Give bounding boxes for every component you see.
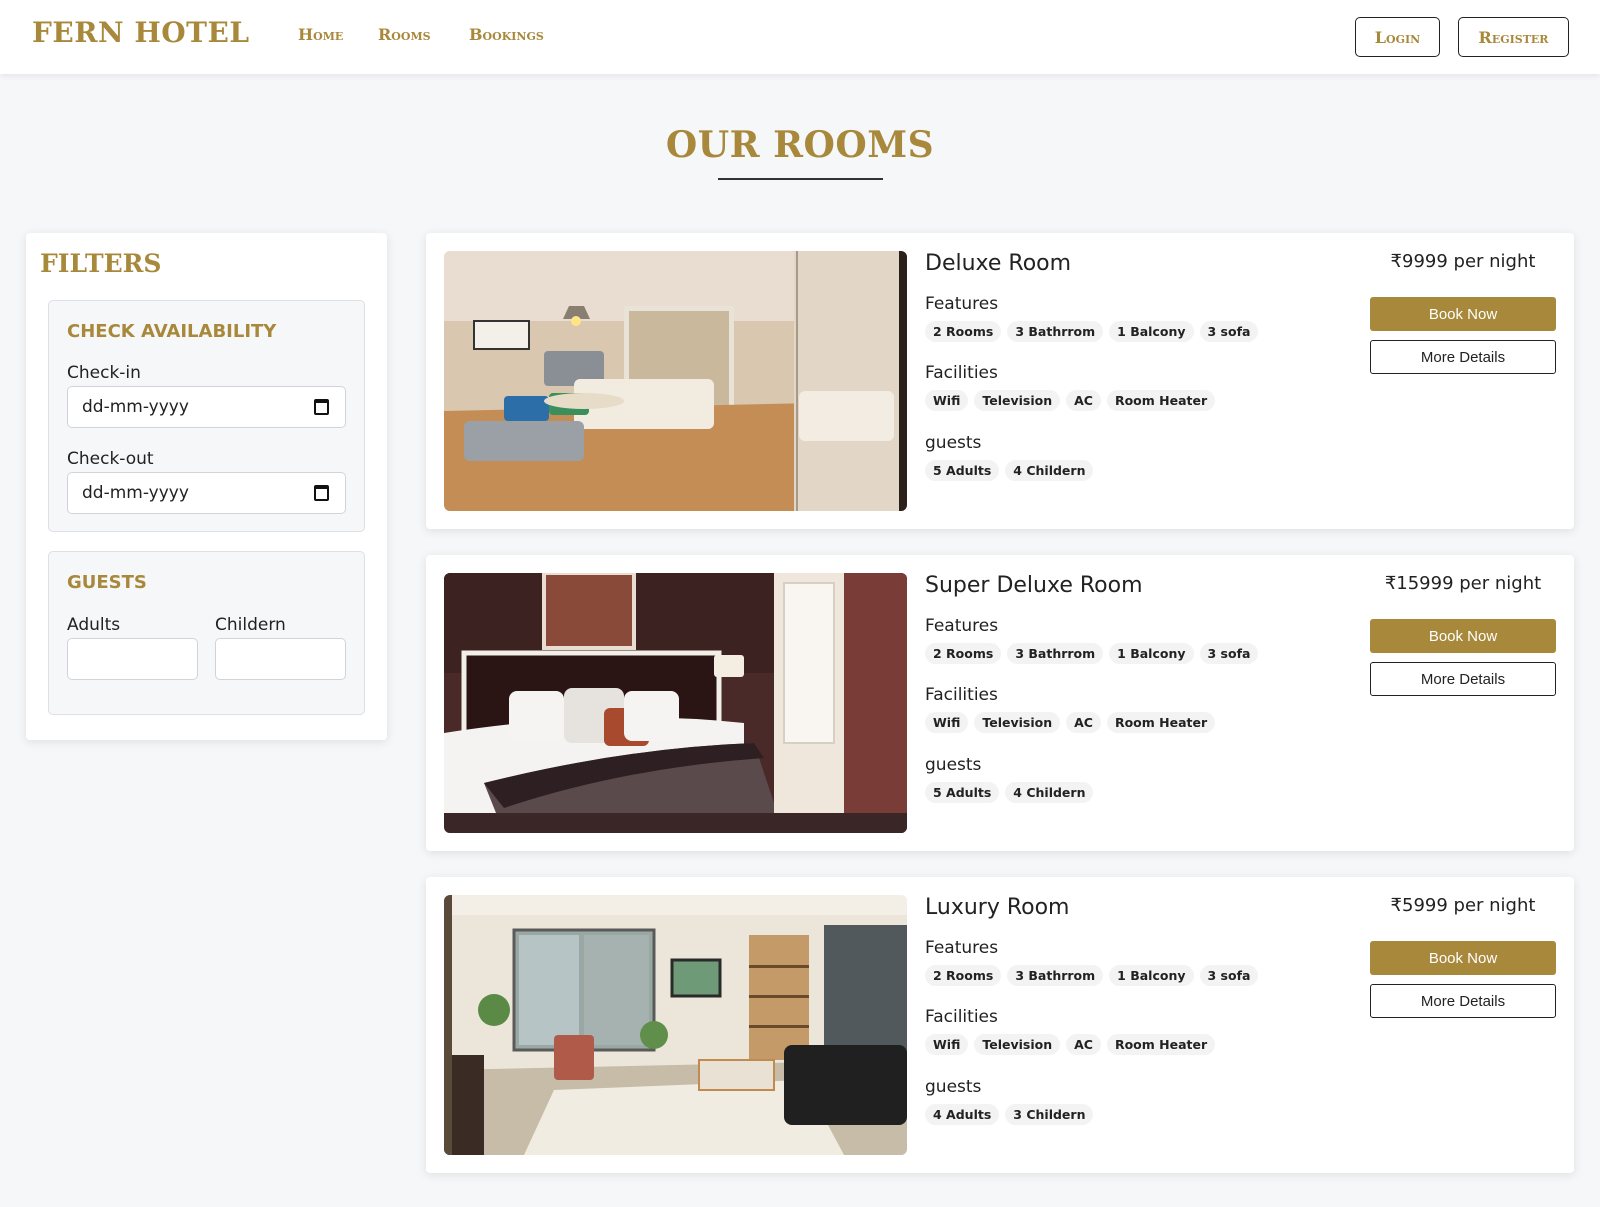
children-input[interactable] [215, 638, 346, 680]
room-image-super-deluxe [444, 573, 907, 833]
room-price: ₹9999 per night [1390, 251, 1536, 272]
facility-badge: Room Heater [1106, 1034, 1216, 1055]
facility-badge: Television [974, 1034, 1061, 1055]
checkin-date-value: dd-mm-yyyy [82, 397, 189, 417]
check-availability-title: CHECK AVAILABILITY [67, 321, 277, 342]
facility-badge: Room Heater [1106, 712, 1216, 733]
feature-badge: 2 Rooms [925, 643, 1002, 664]
checkout-label: Check-out [67, 449, 154, 469]
more-details-button[interactable]: More Details [1370, 662, 1556, 696]
feature-badge: 2 Rooms [925, 965, 1002, 986]
facility-badge: Television [974, 712, 1061, 733]
book-now-button[interactable]: Book Now [1370, 941, 1556, 975]
room-name: Luxury Room [925, 895, 1070, 920]
facility-badge: AC [1066, 1034, 1101, 1055]
children-label: Childern [215, 615, 286, 635]
features-label: Features [925, 616, 999, 636]
room-card: Super Deluxe Room Features 2 Rooms 3 Bat… [426, 555, 1574, 851]
room-image-deluxe [444, 251, 907, 511]
guests-title: GUESTS [67, 572, 147, 593]
guest-badge: 5 Adults [925, 782, 1000, 803]
guests-list: 5 Adults 4 Childern [925, 460, 1094, 481]
room-price: ₹5999 per night [1390, 895, 1536, 916]
facilities-list: Wifi Television AC Room Heater [925, 390, 1216, 411]
brand-logo[interactable]: FERN HOTEL [32, 16, 250, 49]
feature-badge: 3 Bathrrom [1007, 965, 1104, 986]
calendar-icon[interactable] [314, 485, 329, 501]
checkin-date-input[interactable]: dd-mm-yyyy [67, 386, 346, 428]
navbar: FERN HOTEL Home Rooms Bookings Login Reg… [0, 0, 1600, 74]
guests-label: guests [925, 755, 982, 775]
feature-badge: 3 sofa [1199, 643, 1259, 664]
more-details-button[interactable]: More Details [1370, 340, 1556, 374]
page-title: OUR ROOMS [665, 124, 935, 166]
guests-box: GUESTS Adults Childern [48, 551, 365, 715]
features-list: 2 Rooms 3 Bathrrom 1 Balcony 3 sofa [925, 321, 1259, 342]
facilities-label: Facilities [925, 363, 998, 383]
calendar-icon[interactable] [314, 399, 329, 415]
book-now-button[interactable]: Book Now [1370, 619, 1556, 653]
room-image-luxury [444, 895, 907, 1155]
facilities-list: Wifi Television AC Room Heater [925, 1034, 1216, 1055]
guest-badge: 4 Childern [1005, 460, 1094, 481]
guests-list: 5 Adults 4 Childern [925, 782, 1094, 803]
guest-badge: 4 Childern [1005, 782, 1094, 803]
title-divider [718, 178, 883, 180]
filters-panel: FILTERS CHECK AVAILABILITY Check-in dd-m… [26, 233, 387, 740]
facilities-label: Facilities [925, 685, 998, 705]
facility-badge: Wifi [925, 712, 969, 733]
facility-badge: Wifi [925, 1034, 969, 1055]
room-card: Luxury Room Features 2 Rooms 3 Bathrrom … [426, 877, 1574, 1173]
checkin-label: Check-in [67, 363, 141, 383]
feature-badge: 3 sofa [1199, 965, 1259, 986]
nav-link-rooms[interactable]: Rooms [378, 25, 431, 44]
checkout-date-value: dd-mm-yyyy [82, 483, 189, 503]
register-button[interactable]: Register [1458, 17, 1569, 57]
facilities-label: Facilities [925, 1007, 998, 1027]
guest-badge: 3 Childern [1005, 1104, 1094, 1125]
check-availability-box: CHECK AVAILABILITY Check-in dd-mm-yyyy C… [48, 300, 365, 532]
guest-badge: 4 Adults [925, 1104, 1000, 1125]
adults-label: Adults [67, 615, 121, 635]
room-price: ₹15999 per night [1384, 573, 1542, 594]
features-label: Features [925, 294, 999, 314]
checkout-date-input[interactable]: dd-mm-yyyy [67, 472, 346, 514]
nav-link-home[interactable]: Home [298, 25, 343, 44]
guest-badge: 5 Adults [925, 460, 1000, 481]
guests-label: guests [925, 1077, 982, 1097]
filters-title: FILTERS [40, 249, 162, 278]
guests-list: 4 Adults 3 Childern [925, 1104, 1094, 1125]
feature-badge: 3 Bathrrom [1007, 321, 1104, 342]
room-name: Deluxe Room [925, 251, 1072, 276]
adults-input[interactable] [67, 638, 198, 680]
nav-link-bookings[interactable]: Bookings [469, 25, 544, 44]
guests-label: guests [925, 433, 982, 453]
features-list: 2 Rooms 3 Bathrrom 1 Balcony 3 sofa [925, 643, 1259, 664]
login-button[interactable]: Login [1355, 17, 1440, 57]
feature-badge: 1 Balcony [1109, 321, 1194, 342]
room-card: Deluxe Room Features 2 Rooms 3 Bathrrom … [426, 233, 1574, 529]
more-details-button[interactable]: More Details [1370, 984, 1556, 1018]
facility-badge: Television [974, 390, 1061, 411]
facility-badge: Wifi [925, 390, 969, 411]
feature-badge: 1 Balcony [1109, 965, 1194, 986]
feature-badge: 2 Rooms [925, 321, 1002, 342]
facility-badge: AC [1066, 390, 1101, 411]
facility-badge: AC [1066, 712, 1101, 733]
facility-badge: Room Heater [1106, 390, 1216, 411]
book-now-button[interactable]: Book Now [1370, 297, 1556, 331]
feature-badge: 1 Balcony [1109, 643, 1194, 664]
features-list: 2 Rooms 3 Bathrrom 1 Balcony 3 sofa [925, 965, 1259, 986]
features-label: Features [925, 938, 999, 958]
feature-badge: 3 sofa [1199, 321, 1259, 342]
room-name: Super Deluxe Room [925, 573, 1143, 598]
facilities-list: Wifi Television AC Room Heater [925, 712, 1216, 733]
feature-badge: 3 Bathrrom [1007, 643, 1104, 664]
